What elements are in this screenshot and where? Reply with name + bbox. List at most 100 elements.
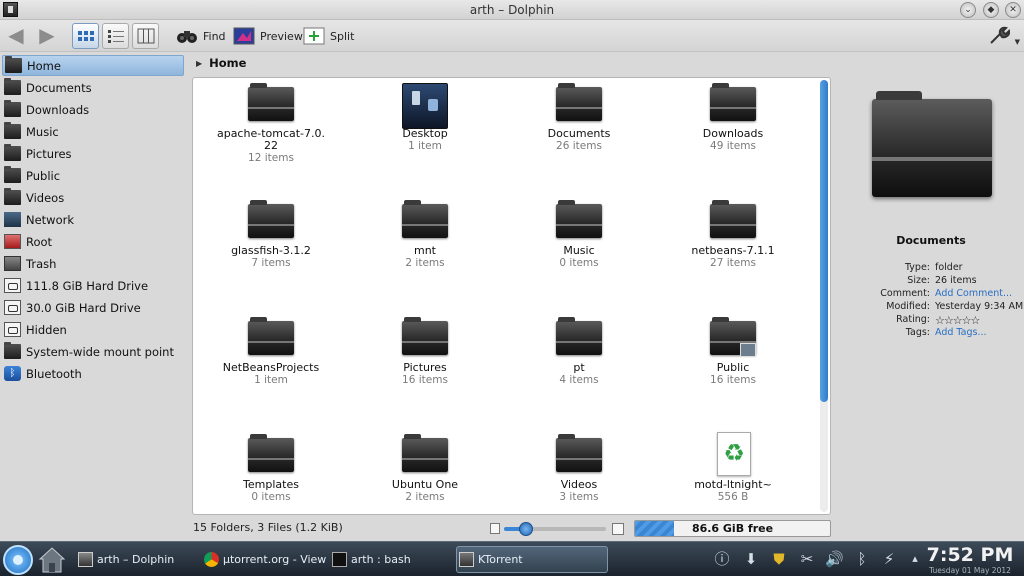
sidebar-item-home[interactable]: Home (2, 55, 184, 76)
places-panel: Home Documents Downloads Music Pictures Publi… (0, 53, 186, 541)
folder-icon (402, 434, 448, 472)
sidebar-item-downloads[interactable]: Downloads (2, 99, 184, 120)
find-button[interactable]: Find (176, 26, 226, 46)
sidebar-item-111-8-gib-hard-drive[interactable]: 111.8 GiB Hard Drive (2, 275, 184, 296)
desktop-folder-icon (402, 83, 448, 129)
window-titlebar[interactable]: arth – Dolphin ⌄ ◆ ✕ (0, 0, 1024, 20)
configure-wrench-icon[interactable] (988, 24, 1010, 46)
notifications-info-icon[interactable]: ⓘ (713, 550, 731, 568)
file-item[interactable]: mnt 2 items (348, 200, 502, 269)
file-item[interactable]: ♻ motd-ltnight~ 556 B (656, 432, 810, 503)
zoom-in-icon[interactable] (612, 523, 624, 535)
free-space-bar: 86.6 GiB free (634, 520, 831, 537)
info-key: Tags: (905, 327, 930, 338)
home-launcher-icon[interactable] (36, 544, 68, 575)
file-item[interactable]: Ubuntu One 2 items (348, 434, 502, 503)
sidebar-item-trash[interactable]: Trash (2, 253, 184, 274)
folder-icon (402, 200, 448, 238)
rating-stars[interactable]: ☆☆☆☆☆ (935, 314, 980, 327)
icons-view-icon (78, 31, 94, 41)
zoom-slider[interactable] (504, 522, 606, 536)
vertical-scrollbar[interactable] (820, 80, 828, 512)
sidebar-item-label: Hidden (26, 322, 67, 337)
sidebar-item-pictures[interactable]: Pictures (2, 143, 184, 164)
file-item[interactable]: Desktop 1 item (348, 83, 502, 152)
details-view-button[interactable] (102, 23, 129, 49)
taskbar-task[interactable]: µtorrent.org - View t (202, 546, 328, 573)
taskbar-task-label: µtorrent.org - View t (223, 553, 328, 566)
info-row-tags: Tags: Add Tags... (838, 327, 1024, 340)
folder-icon (4, 122, 21, 139)
info-key: Type: (904, 262, 930, 273)
sidebar-item-label: Downloads (26, 102, 90, 117)
file-item-count: 26 items (556, 140, 602, 152)
columns-view-icon (137, 28, 155, 44)
zoom-out-icon[interactable] (490, 523, 500, 534)
preview-icon (233, 27, 255, 45)
icons-view-button[interactable] (72, 23, 99, 49)
volume-icon[interactable]: 🔊 (825, 550, 844, 568)
klipper-scissors-icon[interactable]: ✂ (798, 550, 816, 568)
taskbar-task[interactable]: arth – Dolphin (76, 546, 200, 573)
sidebar-item-system-wide-mount-point[interactable]: System-wide mount point (2, 341, 184, 362)
folder-icon (710, 83, 756, 121)
preview-button[interactable]: Preview (233, 26, 303, 46)
configure-dropdown-arrow-icon[interactable]: ▼ (1015, 38, 1020, 46)
info-key: Size: (907, 275, 930, 286)
file-item[interactable]: Videos 3 items (502, 434, 656, 503)
forward-arrow-icon[interactable]: ▶ (36, 25, 58, 46)
ktorrent-tray-icon[interactable]: ⬇ (742, 550, 760, 568)
close-button[interactable]: ✕ (1005, 2, 1021, 18)
info-link[interactable]: Add Tags... (935, 327, 987, 338)
sidebar-item-videos[interactable]: Videos (2, 187, 184, 208)
file-item[interactable]: pt 4 items (502, 317, 656, 386)
file-item[interactable]: Pictures 16 items (348, 317, 502, 386)
free-space-label: 86.6 GiB free (691, 522, 774, 535)
sidebar-item-hidden[interactable]: Hidden (2, 319, 184, 340)
file-item[interactable]: NetBeansProjects 1 item (194, 317, 348, 386)
split-button[interactable]: Split (303, 26, 354, 46)
taskbar-task[interactable]: KTorrent (456, 546, 608, 573)
sidebar-item-documents[interactable]: Documents (2, 77, 184, 98)
breadcrumb-arrow-icon[interactable]: ▶ (196, 59, 202, 68)
file-item[interactable]: apache-tomcat-7.0. 22 12 items (194, 83, 348, 164)
file-item[interactable]: Documents 26 items (502, 83, 656, 152)
updates-shield-icon[interactable]: ⛊ (770, 550, 788, 568)
file-item[interactable]: glassfish-3.1.2 7 items (194, 200, 348, 269)
taskbar-task[interactable]: arth : bash (330, 546, 452, 573)
maximize-button[interactable]: ◆ (983, 2, 999, 18)
status-bar: 15 Folders, 3 Files (1.2 KiB) 86.6 GiB f… (186, 518, 1024, 540)
zoom-slider-knob[interactable] (519, 522, 533, 536)
terminal-icon (332, 552, 347, 567)
sidebar-item-30-0-gib-hard-drive[interactable]: 30.0 GiB Hard Drive (2, 297, 184, 318)
bluetooth-tray-icon[interactable]: ᛒ (853, 550, 871, 568)
file-name: motd-ltnight~ (694, 478, 772, 491)
file-item[interactable]: netbeans-7.1.1 27 items (656, 200, 810, 269)
info-link[interactable]: Add Comment... (935, 288, 1012, 299)
sidebar-item-bluetooth[interactable]: ᛒ Bluetooth (2, 363, 184, 384)
breadcrumb[interactable]: ▶ Home (192, 54, 832, 72)
sidebar-item-root[interactable]: Root (2, 231, 184, 252)
back-arrow-icon[interactable]: ◀ (5, 25, 27, 46)
application-launcher-icon[interactable] (3, 545, 33, 575)
file-item[interactable]: Music 0 items (502, 200, 656, 269)
info-row-rating: Rating: ☆☆☆☆☆ (838, 314, 1024, 327)
digital-clock[interactable]: 7:52 PM Tuesday 01 May 2012 (924, 544, 1016, 575)
columns-view-button[interactable] (132, 23, 159, 49)
minimize-button[interactable]: ⌄ (960, 2, 976, 18)
scrollbar-thumb[interactable] (820, 80, 828, 402)
tray-expand-arrow-icon[interactable]: ▴ (906, 550, 924, 568)
file-view[interactable]: apache-tomcat-7.0. 22 12 items Desktop 1 it… (192, 77, 831, 515)
sidebar-item-network[interactable]: Network (2, 209, 184, 230)
file-item[interactable]: Downloads 49 items (656, 83, 810, 152)
main-toolbar: ◀ ▶ Find Preview Split ▼ (0, 20, 1024, 52)
sidebar-item-music[interactable]: Music (2, 121, 184, 142)
file-item[interactable]: Public 16 items (656, 317, 810, 386)
hard-drive-icon (4, 300, 21, 315)
file-item[interactable]: Templates 0 items (194, 434, 348, 503)
breadcrumb-home[interactable]: Home (209, 56, 246, 70)
file-name: Documents (547, 127, 611, 140)
details-view-icon (108, 30, 124, 43)
network-manager-icon[interactable]: ⚡ (880, 550, 898, 568)
sidebar-item-public[interactable]: Public (2, 165, 184, 186)
